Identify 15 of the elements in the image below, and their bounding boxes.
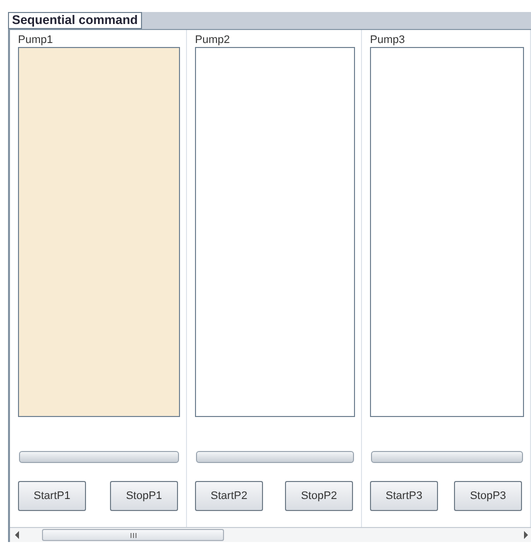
stop-button[interactable]: StopP2 [285,481,353,511]
pump-label: Pump1 [18,34,54,46]
start-button[interactable]: StartP3 [370,481,438,511]
horizontal-scrollbar[interactable] [10,527,531,542]
stop-button[interactable]: StopP3 [454,481,522,511]
scroll-left-icon[interactable] [14,531,20,539]
start-button[interactable]: StartP2 [195,481,263,511]
scroll-right-icon[interactable] [523,531,529,539]
pump-label: Pump3 [370,34,406,46]
pump-label: Pump2 [195,34,231,46]
scroll-thumb[interactable] [42,529,224,541]
grip-icon [130,532,136,538]
stop-button[interactable]: StopP1 [110,481,178,511]
group-title: Sequential command [8,12,142,29]
start-button[interactable]: StartP1 [18,481,86,511]
